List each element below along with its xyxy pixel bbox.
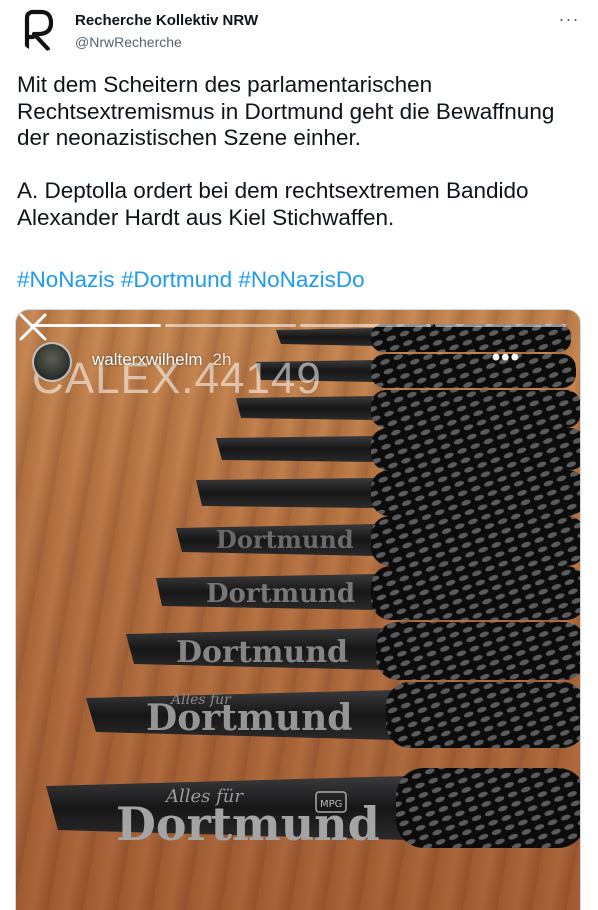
story-progress-bar [300, 324, 431, 327]
blade-engraving: Dortmund [176, 635, 348, 670]
author-names: Recherche Kollektiv NRW @NrwRecherche [75, 12, 258, 52]
more-options-button[interactable]: ··· [556, 8, 582, 30]
tweet-paragraph-1: Mit dem Scheitern des parlamentarischen … [17, 72, 555, 150]
tweet-media-image[interactable]: Dortmund Dortmund Dortmund Dortmund Alle… [15, 309, 581, 910]
author-avatar[interactable] [18, 8, 62, 52]
tweet-text: Mit dem Scheitern des parlamentarischen … [17, 72, 583, 231]
tweet-paragraph-2: A. Deptolla ordert bei dem rechtsextreme… [17, 178, 529, 230]
hashtag-row: #NoNazis #Dortmund #NoNazisDo [17, 266, 365, 294]
story-user-label: walterxwilhelm 2h [92, 350, 231, 370]
story-username: walterxwilhelm [92, 350, 203, 369]
close-icon [19, 313, 47, 341]
logo-r-icon [24, 9, 54, 52]
story-time: 2h [212, 350, 232, 369]
blade-engraving-small: Alles für [169, 692, 232, 708]
hashtag-link[interactable]: #Dortmund [121, 267, 232, 292]
knives-photo: Dortmund Dortmund Dortmund Dortmund Alle… [46, 324, 580, 851]
story-progress-bar [435, 324, 566, 327]
hashtag-link[interactable]: #NoNazisDo [238, 267, 364, 292]
story-more-icon: ••• [491, 344, 520, 371]
author-handle[interactable]: @NrwRecherche [75, 32, 258, 52]
story-progress-bars [30, 324, 566, 328]
tweet-header: Recherche Kollektiv NRW @NrwRecherche ··… [0, 0, 598, 62]
hashtag-link[interactable]: #NoNazis [17, 267, 115, 292]
knife-stack: Dortmund Dortmund Dortmund Dortmund Alle… [46, 324, 580, 851]
blade-logo-mpg: MPG [320, 799, 342, 810]
story-avatar [32, 342, 72, 382]
blade-engraving: Dortmund [206, 579, 355, 609]
blade-engraving: Dortmund [216, 525, 354, 554]
author-display-name[interactable]: Recherche Kollektiv NRW [75, 12, 258, 30]
story-progress-bar [165, 324, 296, 327]
blade-engraving-small: Alles für [164, 786, 244, 807]
